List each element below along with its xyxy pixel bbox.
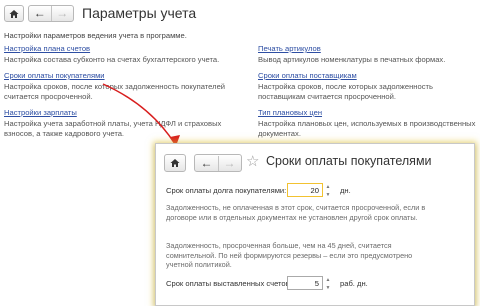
- settings-item-salary: Настройки зарплаты Настройка учета зараб…: [4, 108, 229, 138]
- spin-up-icon[interactable]: ▲: [326, 184, 331, 190]
- invoice-term-label: Срок оплаты выставленных счетов:: [166, 279, 292, 288]
- arrow-left-icon[interactable]: ←: [196, 156, 218, 171]
- settings-item-chart-of-accounts: Настройка плана счетов Настройка состава…: [4, 44, 229, 65]
- navigation-buttons: ← →: [28, 5, 74, 22]
- doubtful-debt-note: Задолженность, просроченная больше, чем …: [166, 241, 413, 269]
- chart-of-accounts-description: Настройка состава субконто на счетах бух…: [4, 55, 220, 64]
- article-printing-link[interactable]: Печать артикулов: [258, 44, 476, 54]
- navigation-buttons: ← →: [194, 154, 242, 172]
- arrow-left-icon[interactable]: ←: [29, 6, 51, 21]
- invoice-term-input[interactable]: 5: [287, 276, 323, 290]
- page-title: Параметры учета: [82, 5, 197, 21]
- home-button[interactable]: [164, 154, 186, 172]
- overdue-note: Задолженность, не оплаченная в этот срок…: [166, 203, 426, 222]
- home-button[interactable]: [4, 5, 24, 22]
- planned-prices-link[interactable]: Тип плановых цен: [258, 108, 476, 118]
- customer-debt-term-input[interactable]: 20: [287, 183, 323, 197]
- settings-item-supplier-payment-terms: Сроки оплаты поставщикам Настройка сроко…: [258, 71, 476, 101]
- chart-of-accounts-link[interactable]: Настройка плана счетов: [4, 44, 229, 54]
- planned-prices-description: Настройка плановых цен, используемых в п…: [258, 119, 476, 138]
- customer-debt-term-stepper[interactable]: ▲ ▼: [324, 184, 332, 198]
- spin-down-icon[interactable]: ▼: [326, 285, 331, 291]
- arrow-right-icon: →: [223, 155, 236, 170]
- article-printing-description: Вывод артикулов номенклатуры в печатных …: [258, 55, 446, 64]
- settings-item-planned-prices: Тип плановых цен Настройка плановых цен,…: [258, 108, 476, 138]
- page-subtitle: Настройки параметров ведения учета в про…: [4, 31, 187, 40]
- home-icon: [170, 159, 180, 167]
- supplier-payment-terms-description: Настройка сроков, после которых задолжен…: [258, 82, 433, 101]
- star-icon[interactable]: ☆: [246, 153, 259, 171]
- invoice-term-unit: раб. дн.: [340, 279, 368, 288]
- supplier-payment-terms-link[interactable]: Сроки оплаты поставщикам: [258, 71, 476, 81]
- dialog-title: Сроки оплаты покупателями: [266, 154, 432, 168]
- home-icon: [9, 9, 19, 18]
- arrow-right-icon: →: [56, 6, 69, 20]
- salary-settings-link[interactable]: Настройки зарплаты: [4, 108, 229, 118]
- salary-settings-description: Настройка учета заработной платы, учета …: [4, 119, 222, 138]
- invoice-term-stepper[interactable]: ▲ ▼: [324, 277, 332, 291]
- customer-payment-terms-description: Настройка сроков, после которых задолжен…: [4, 82, 226, 101]
- spin-up-icon[interactable]: ▲: [326, 277, 331, 283]
- settings-item-customer-payment-terms: Сроки оплаты покупателями Настройка срок…: [4, 71, 229, 101]
- customer-debt-term-unit: дн.: [340, 186, 351, 195]
- customer-payment-terms-link[interactable]: Сроки оплаты покупателями: [4, 71, 229, 81]
- payment-terms-dialog: ← → ☆ Сроки оплаты покупателями Срок опл…: [155, 143, 475, 306]
- settings-item-article-printing: Печать артикулов Вывод артикулов номенкл…: [258, 44, 476, 65]
- spin-down-icon[interactable]: ▼: [326, 192, 331, 198]
- customer-debt-term-label: Срок оплаты долга покупателями:: [166, 186, 287, 195]
